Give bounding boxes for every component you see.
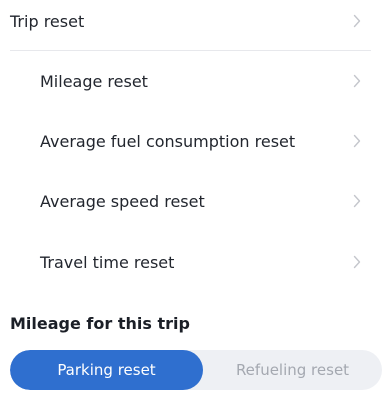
refueling-reset-option[interactable]: Refueling reset: [203, 350, 382, 390]
chevron-right-icon: [353, 134, 361, 148]
average-speed-reset-label: Average speed reset: [40, 191, 205, 211]
chevron-right-icon: [353, 74, 361, 88]
average-fuel-consumption-reset-label: Average fuel consumption reset: [40, 131, 296, 151]
mileage-reset-row[interactable]: Mileage reset: [40, 66, 361, 96]
trip-reset-screen: Trip reset Mileage reset Average fuel co…: [0, 0, 382, 396]
average-speed-reset-row[interactable]: Average speed reset: [40, 186, 361, 216]
mileage-reset-label: Mileage reset: [40, 71, 148, 91]
travel-time-reset-label: Travel time reset: [40, 252, 175, 272]
average-fuel-consumption-reset-row[interactable]: Average fuel consumption reset: [40, 118, 361, 164]
chevron-right-icon: [353, 255, 361, 269]
parking-reset-option[interactable]: Parking reset: [10, 350, 203, 390]
travel-time-reset-row[interactable]: Travel time reset: [40, 247, 361, 277]
mileage-for-trip-title: Mileage for this trip: [10, 314, 190, 333]
trip-reset-row[interactable]: Trip reset: [10, 6, 361, 36]
chevron-right-icon: [353, 14, 361, 28]
trip-reset-label: Trip reset: [10, 11, 85, 31]
chevron-right-icon: [353, 194, 361, 208]
reset-mode-segmented-control: Parking reset Refueling reset: [10, 350, 382, 390]
divider: [10, 50, 371, 51]
